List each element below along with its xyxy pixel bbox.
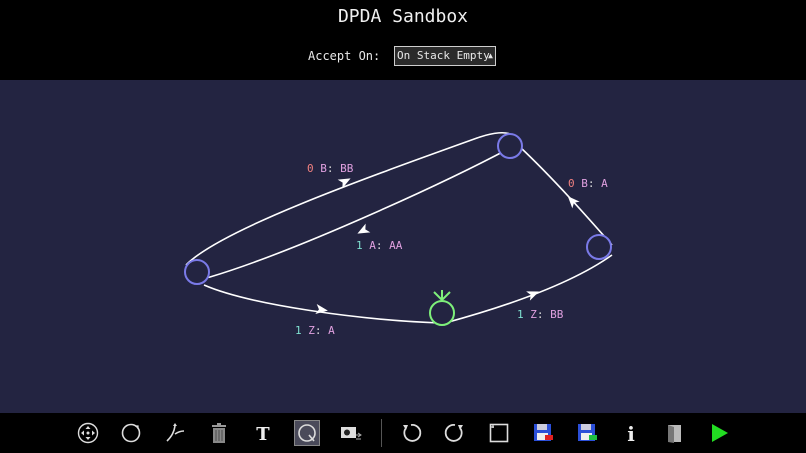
accept-row: Accept On: On Stack Empty ▲ bbox=[0, 46, 806, 68]
final-state-icon bbox=[298, 424, 316, 442]
transition-label-1aaa: 1 A: AA bbox=[356, 239, 403, 252]
save-export-button[interactable] bbox=[530, 420, 556, 446]
select-arrow-icon: ▲ bbox=[488, 51, 493, 60]
book-icon bbox=[668, 425, 681, 443]
add-state-tool[interactable] bbox=[118, 420, 144, 446]
start-arrow-icon bbox=[433, 290, 451, 302]
app-title: DPDA Sandbox bbox=[337, 6, 469, 27]
toolbar-separator bbox=[381, 419, 382, 447]
transition-edge-q0-start[interactable] bbox=[203, 284, 441, 324]
state-node-q0[interactable] bbox=[184, 259, 210, 285]
transition-label-0bbb: 0 B: BB bbox=[307, 162, 354, 175]
transition-input: 0 bbox=[568, 177, 575, 190]
add-transition-tool[interactable] bbox=[162, 420, 188, 446]
edge-arrowhead-4 bbox=[315, 304, 328, 314]
redo-button[interactable] bbox=[442, 420, 468, 446]
transition-label-0ba: 0 B: A bbox=[568, 177, 608, 190]
svg-text:T: T bbox=[256, 424, 270, 444]
transition-push: BB bbox=[550, 308, 564, 321]
transition-push: AA bbox=[389, 239, 403, 252]
edge-arrowhead-5 bbox=[526, 291, 540, 301]
text-tool[interactable]: T bbox=[250, 420, 276, 446]
transition-input: 0 bbox=[307, 162, 314, 175]
circle-icon bbox=[121, 423, 141, 443]
undo-button[interactable] bbox=[398, 420, 424, 446]
transition-push: BB bbox=[340, 162, 354, 175]
state-node-q2[interactable] bbox=[586, 234, 612, 260]
transition-edge-q1-q0-lower[interactable] bbox=[196, 147, 511, 279]
accept-on-select[interactable]: On Stack Empty ▲ bbox=[394, 46, 496, 66]
transition-input: 1 bbox=[517, 308, 524, 321]
book-button[interactable] bbox=[662, 420, 688, 446]
play-icon bbox=[712, 424, 728, 442]
text-icon: T bbox=[256, 424, 270, 444]
clear-button[interactable] bbox=[486, 420, 512, 446]
final-state-tool[interactable] bbox=[294, 420, 320, 446]
save-import-button[interactable] bbox=[574, 420, 600, 446]
save-green-icon bbox=[578, 424, 597, 441]
automaton-diagram[interactable]: 0 B: BB 1 A: AA 0 B: A 1 Z: A 1 Z: BB bbox=[0, 80, 806, 413]
toolbar: T i bbox=[0, 413, 806, 453]
transition-input: 1 bbox=[356, 239, 363, 252]
start-state-node[interactable] bbox=[429, 300, 455, 326]
blank-canvas-icon bbox=[489, 423, 509, 443]
header: DPDA Sandbox Accept On: On Stack Empty ▲ bbox=[0, 0, 806, 80]
move-arrows-icon bbox=[77, 422, 99, 444]
transition-edge-q2-q1[interactable] bbox=[519, 146, 613, 246]
state-node-q1[interactable] bbox=[497, 133, 523, 159]
delete-tool[interactable] bbox=[206, 420, 232, 446]
accept-on-label: Accept On: bbox=[308, 49, 381, 63]
transition-input: 1 bbox=[295, 324, 302, 337]
automaton-canvas[interactable]: 0 B: BB 1 A: AA 0 B: A 1 Z: A 1 Z: BB bbox=[0, 80, 806, 413]
transition-label-1zbb: 1 Z: BB bbox=[517, 308, 564, 321]
trash-icon bbox=[212, 423, 226, 443]
accept-on-select-value: On Stack Empty bbox=[397, 49, 490, 62]
undo-icon bbox=[403, 424, 422, 442]
redo-icon bbox=[444, 424, 463, 442]
edge-arrowhead-2 bbox=[357, 223, 371, 234]
transition-push: A bbox=[601, 177, 608, 190]
info-icon: i bbox=[627, 422, 635, 444]
run-button[interactable] bbox=[706, 420, 732, 446]
transition-arrow-icon bbox=[166, 423, 185, 442]
info-button[interactable]: i bbox=[618, 420, 644, 446]
image-tool[interactable] bbox=[338, 420, 364, 446]
image-icon bbox=[341, 427, 362, 440]
move-tool[interactable] bbox=[75, 420, 101, 446]
transition-edge-q0-q1-upper[interactable] bbox=[185, 131, 511, 266]
transition-label-1za: 1 Z: A bbox=[295, 324, 335, 337]
transition-push: A bbox=[328, 324, 335, 337]
save-red-icon bbox=[534, 424, 553, 441]
svg-text:i: i bbox=[627, 422, 635, 444]
